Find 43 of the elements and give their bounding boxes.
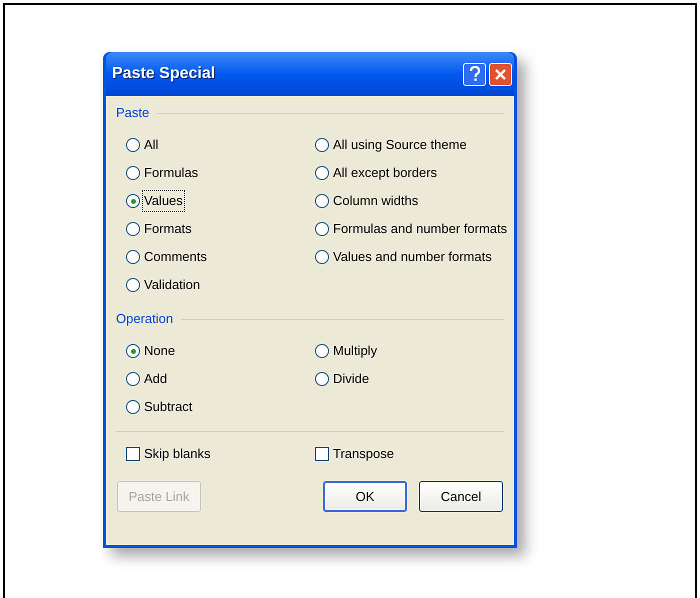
option-label[interactable]: All except borders xyxy=(332,163,438,183)
option-label[interactable]: Formulas and number formats xyxy=(332,219,508,239)
dialog-button[interactable]: OK xyxy=(323,481,407,512)
radio-button[interactable] xyxy=(315,138,329,152)
radio-button[interactable] xyxy=(315,222,329,236)
help-icon[interactable] xyxy=(463,62,486,86)
option-label[interactable]: None xyxy=(143,341,176,361)
radio-button[interactable] xyxy=(315,166,329,180)
radio-button[interactable] xyxy=(126,222,140,236)
radio-button[interactable] xyxy=(126,194,140,208)
checkbox[interactable] xyxy=(126,447,140,461)
radio-button[interactable] xyxy=(126,278,140,292)
radio-button[interactable] xyxy=(126,372,140,386)
checkbox-label[interactable]: Transpose xyxy=(333,444,394,464)
radio-button[interactable] xyxy=(126,138,140,152)
radio-button[interactable] xyxy=(315,344,329,358)
option-label[interactable]: Comments xyxy=(143,247,208,267)
window-title: Paste Special xyxy=(112,64,216,84)
radio-button[interactable] xyxy=(126,166,140,180)
radio-button[interactable] xyxy=(126,344,140,358)
option-label[interactable]: Formats xyxy=(143,219,193,239)
option-label[interactable]: All using Source theme xyxy=(332,135,468,155)
option-label[interactable]: Multiply xyxy=(332,341,378,361)
option-label[interactable]: Validation xyxy=(143,275,202,295)
dialog-button[interactable]: Cancel xyxy=(419,481,503,512)
option-label[interactable]: Formulas xyxy=(143,163,200,183)
radio-button[interactable] xyxy=(126,250,140,264)
option-label[interactable]: Values xyxy=(143,191,184,211)
checkbox[interactable] xyxy=(315,447,329,461)
radio-button[interactable] xyxy=(126,400,140,414)
option-label[interactable]: Divide xyxy=(332,369,370,389)
option-label[interactable]: Column widths xyxy=(332,191,420,211)
radio-button[interactable] xyxy=(315,250,329,264)
group-label: Paste xyxy=(116,104,150,122)
checkbox-label[interactable]: Skip blanks xyxy=(144,444,210,464)
group-label: Operation xyxy=(116,310,174,328)
radio-button[interactable] xyxy=(315,372,329,386)
radio-button[interactable] xyxy=(315,194,329,208)
close-icon[interactable] xyxy=(489,62,512,86)
option-label[interactable]: All xyxy=(143,135,160,155)
option-label[interactable]: Add xyxy=(143,369,168,389)
option-label[interactable]: Subtract xyxy=(143,397,194,417)
option-label[interactable]: Values and number formats xyxy=(332,247,493,267)
